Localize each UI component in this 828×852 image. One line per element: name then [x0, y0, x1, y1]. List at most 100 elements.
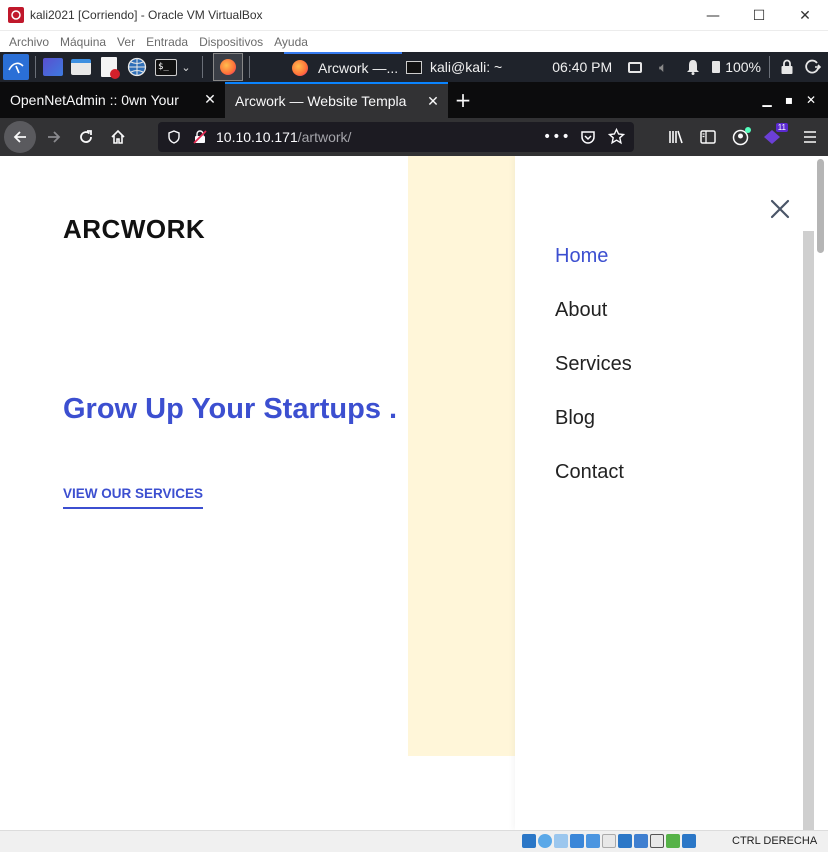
browser-maximize-button[interactable]: ▪	[778, 82, 800, 118]
new-tab-button[interactable]: +	[448, 82, 478, 118]
tab-title: Arcwork — Website Templa	[235, 93, 407, 109]
menu-maquina[interactable]: Máquina	[60, 35, 106, 49]
audio-icon[interactable]	[554, 834, 568, 848]
virtualbox-app-icon	[8, 7, 24, 23]
sidebar-toggle-icon[interactable]	[694, 123, 722, 151]
cpu-icon[interactable]	[650, 834, 664, 848]
tab-title: OpenNetAdmin :: 0wn Your	[10, 92, 179, 108]
battery-level: 100%	[725, 59, 761, 75]
forward-button[interactable]	[40, 123, 68, 151]
web-browser-icon[interactable]	[126, 56, 148, 78]
guest-additions-icon[interactable]	[666, 834, 680, 848]
panel-separator	[35, 56, 36, 78]
home-button[interactable]	[104, 123, 132, 151]
site-logo[interactable]: ARCWORK	[63, 214, 205, 245]
library-icon[interactable]	[662, 123, 690, 151]
page-scrollbar[interactable]	[803, 156, 828, 830]
reload-button[interactable]	[72, 123, 100, 151]
browser-navigation-bar: 10.10.10.171/artwork/ ••• 11	[0, 118, 828, 156]
taskbar-firefox-label: Arcwork —...	[318, 60, 399, 76]
display-icon[interactable]	[624, 56, 646, 78]
notifications-bell-icon[interactable]	[682, 56, 704, 78]
menu-item-home[interactable]: Home	[555, 245, 608, 268]
menu-item-contact[interactable]: Contact	[555, 461, 624, 484]
taskbar-terminal-label: kali@kali: ~	[430, 59, 503, 75]
web-page: ARCWORK Grow Up Your Startups . VIEW OUR…	[0, 156, 828, 830]
host-key-label: CTRL DERECHA	[732, 835, 818, 847]
close-tab-icon[interactable]: ✕	[424, 92, 442, 110]
kali-menu-icon[interactable]	[3, 54, 29, 80]
back-button[interactable]	[4, 121, 36, 153]
menu-scroll-track[interactable]	[803, 231, 814, 830]
account-icon[interactable]	[726, 123, 754, 151]
close-window-button[interactable]: ✕	[782, 0, 828, 31]
tab-opennetadmin[interactable]: OpenNetAdmin :: 0wn Your ✕	[0, 82, 225, 118]
url-bar[interactable]: 10.10.10.171/artwork/ •••	[158, 122, 634, 152]
panel-separator	[249, 56, 250, 78]
scrollbar-thumb[interactable]	[817, 159, 824, 253]
decorative-yellow-block	[408, 156, 516, 756]
menu-ver[interactable]: Ver	[117, 35, 135, 49]
file-manager-icon[interactable]	[70, 56, 92, 78]
shared-folders-icon[interactable]	[602, 834, 616, 848]
hero-title: Grow Up Your Startups .	[63, 393, 398, 425]
panel-separator	[769, 56, 770, 78]
menu-archivo[interactable]: Archivo	[9, 35, 49, 49]
text-editor-icon[interactable]	[98, 56, 120, 79]
pocket-icon[interactable]	[580, 129, 596, 149]
close-menu-icon[interactable]	[769, 198, 791, 220]
taskbar-firefox[interactable]: Arcwork —...	[284, 52, 402, 82]
browser-tab-bar: OpenNetAdmin :: 0wn Your ✕ Arcwork — Web…	[0, 82, 828, 118]
terminal-launcher-icon[interactable]: $_	[154, 56, 178, 78]
terminal-icon	[406, 60, 422, 74]
extension-badge: 11	[775, 123, 788, 132]
browser-minimize-button[interactable]: ▁	[756, 82, 778, 118]
taskbar-terminal[interactable]: kali@kali: ~	[402, 52, 518, 82]
menu-item-services[interactable]: Services	[555, 353, 632, 376]
page-actions-menu-icon[interactable]: •••	[543, 129, 571, 145]
chevron-down-icon[interactable]: ⌄	[180, 56, 192, 78]
panel-separator	[202, 56, 203, 78]
virtualbox-titlebar: kali2021 [Corriendo] - Oracle VM Virtual…	[0, 0, 828, 31]
view-services-link[interactable]: VIEW OUR SERVICES	[63, 486, 204, 509]
minimize-button[interactable]: —	[690, 0, 736, 31]
maximize-button[interactable]: ☐	[736, 0, 782, 31]
hard-disk-icon[interactable]	[522, 834, 536, 848]
firefox-icon	[292, 60, 308, 76]
tracking-protection-icon[interactable]	[166, 129, 182, 145]
virtualbox-statusbar: CTRL DERECHA	[0, 830, 828, 852]
menu-dispositivos[interactable]: Dispositivos	[199, 35, 263, 49]
extension-icon[interactable]: 11	[758, 123, 788, 151]
url-path: /artwork/	[297, 129, 352, 145]
hamburger-menu-icon[interactable]	[796, 123, 824, 151]
url-host: 10.10.10.171	[216, 129, 298, 145]
menu-item-blog[interactable]: Blog	[555, 407, 595, 430]
window-title: kali2021 [Corriendo] - Oracle VM Virtual…	[30, 8, 263, 22]
url-text: 10.10.10.171/artwork/	[216, 129, 351, 145]
insecure-connection-icon[interactable]	[192, 129, 208, 145]
menu-ayuda[interactable]: Ayuda	[274, 35, 308, 49]
video-capture-icon[interactable]	[634, 834, 648, 848]
account-status-dot	[745, 127, 751, 133]
battery-icon[interactable]	[710, 56, 722, 78]
logout-icon[interactable]	[802, 56, 824, 78]
network-icon[interactable]	[570, 834, 584, 848]
browser-close-button[interactable]: ✕	[800, 82, 822, 118]
optical-drive-icon[interactable]	[538, 834, 552, 848]
menu-item-about[interactable]: About	[555, 299, 607, 322]
virtualbox-menubar: Archivo Máquina Ver Entrada Dispositivos…	[0, 31, 828, 52]
volume-icon[interactable]: 🔈︎	[652, 56, 674, 78]
tab-arcwork[interactable]: Arcwork — Website Templa ✕	[225, 82, 448, 118]
workspace-1-firefox-icon[interactable]	[213, 53, 243, 81]
offcanvas-menu: Home About Services Blog Contact	[515, 156, 803, 830]
workspace-icon[interactable]	[42, 56, 64, 78]
kali-top-panel: $_ ⌄ Arcwork —... kali@kali: ~ 06:40 PM …	[0, 52, 828, 82]
display-status-icon[interactable]	[618, 834, 632, 848]
bookmark-star-icon[interactable]	[607, 127, 626, 149]
clock[interactable]: 06:40 PM	[552, 59, 612, 75]
lock-screen-icon[interactable]	[776, 56, 798, 78]
keyboard-capture-icon[interactable]	[682, 834, 696, 848]
menu-entrada[interactable]: Entrada	[146, 35, 188, 49]
close-tab-icon[interactable]: ✕	[201, 90, 219, 108]
usb-icon[interactable]	[586, 834, 600, 848]
